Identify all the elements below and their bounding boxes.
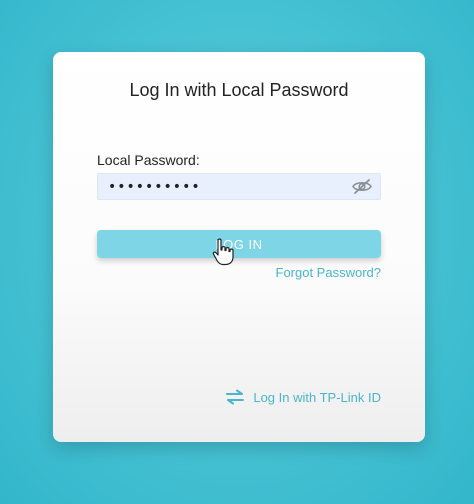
- login-button[interactable]: LOG IN: [97, 230, 381, 258]
- password-field-container: [97, 173, 381, 200]
- page-title: Log In with Local Password: [129, 80, 349, 100]
- forgot-password-link[interactable]: Forgot Password?: [276, 265, 382, 280]
- tplink-login-link[interactable]: Log In with TP-Link ID: [225, 389, 381, 405]
- eye-slash-icon[interactable]: [351, 178, 373, 195]
- tplink-login-label: Log In with TP-Link ID: [253, 389, 381, 405]
- password-label: Local Password:: [97, 152, 200, 168]
- login-card: Log In with Local Password Local Passwor…: [53, 52, 425, 442]
- password-input[interactable]: [98, 174, 348, 199]
- swap-arrows-icon: [226, 389, 245, 405]
